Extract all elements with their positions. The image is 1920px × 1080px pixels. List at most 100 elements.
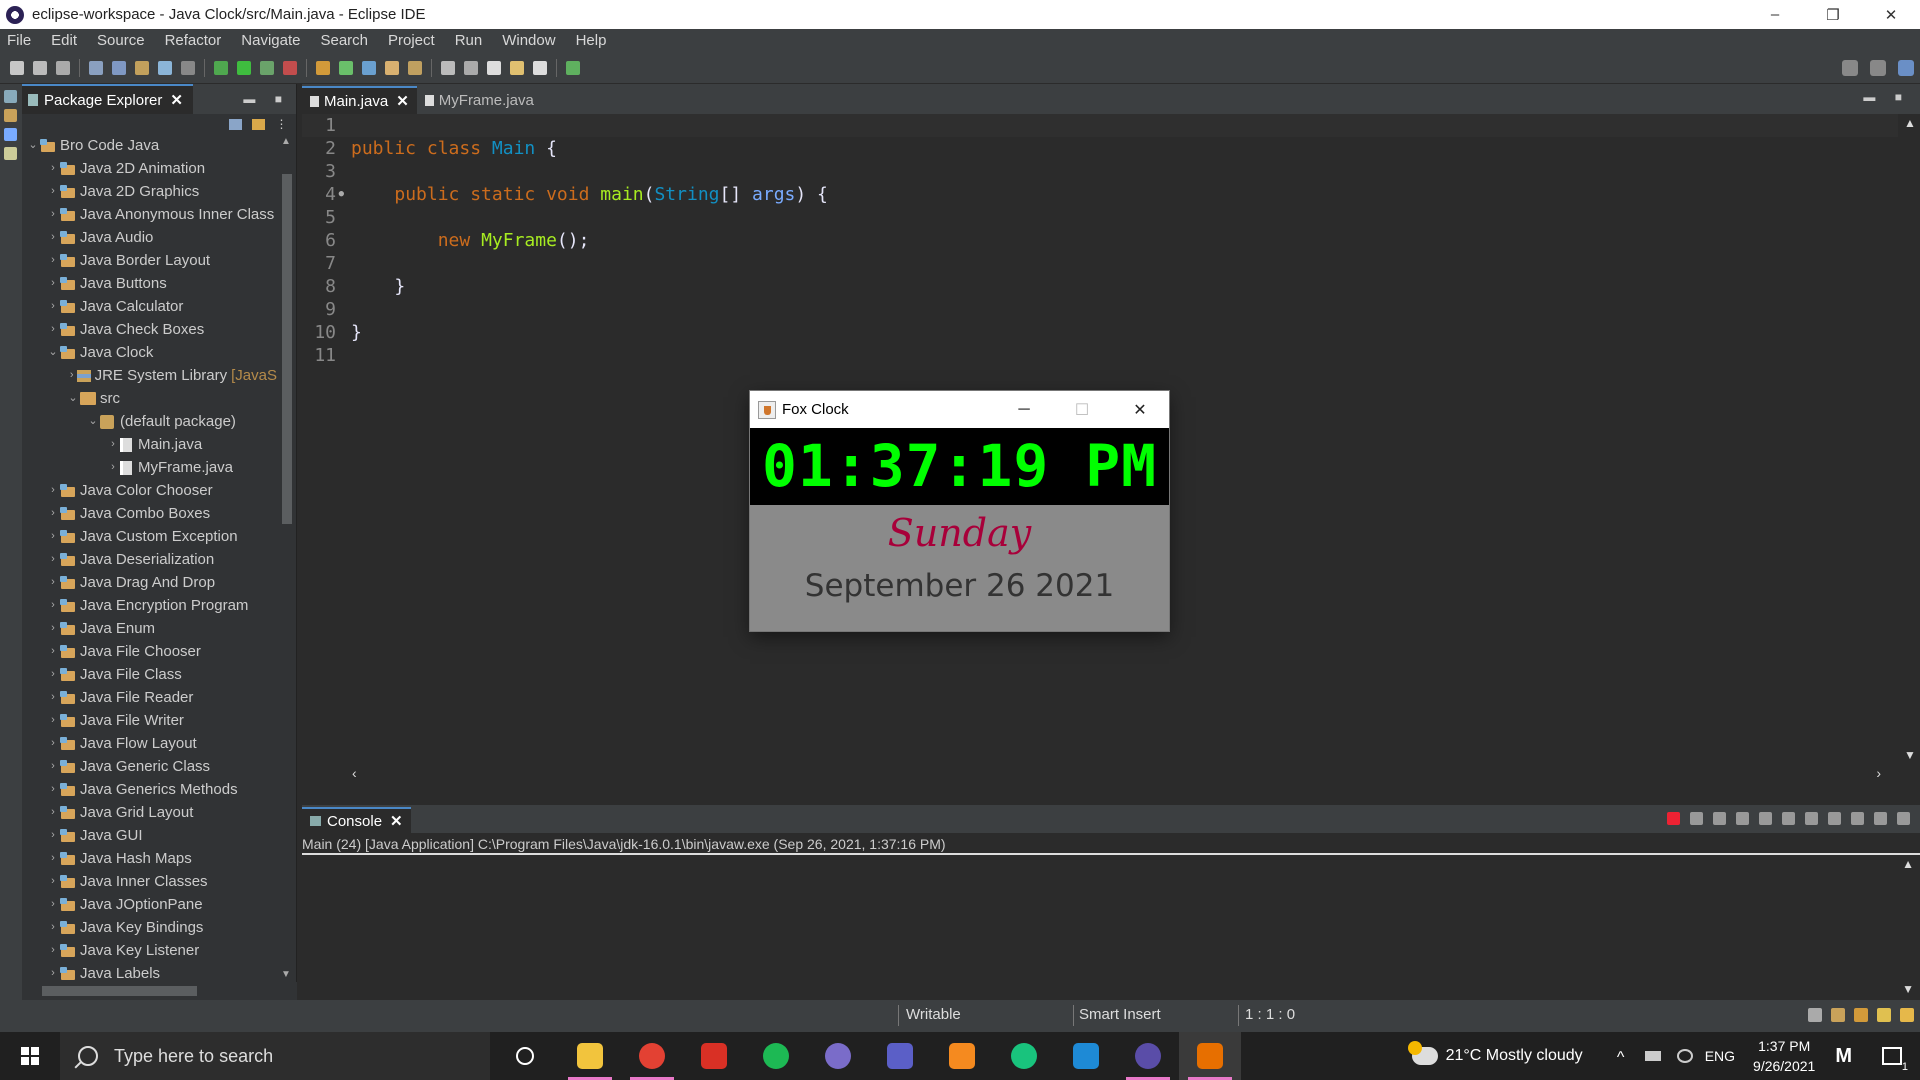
taskbar-clock[interactable]: 1:37 PM 9/26/2021 [1753, 1036, 1815, 1076]
skip-breakpoints-icon[interactable] [112, 60, 126, 75]
view-menu-icon[interactable]: ⋮ [275, 118, 288, 130]
chevron-right-icon[interactable]: › [46, 226, 60, 249]
chevron-right-icon[interactable]: › [46, 272, 60, 295]
chevron-right-icon[interactable]: › [66, 364, 77, 387]
tree-item[interactable]: › Java Audio [22, 226, 277, 249]
tree-item[interactable]: › Java Grid Layout [22, 801, 277, 824]
network-icon[interactable] [1676, 1049, 1693, 1063]
lightbulb-icon[interactable] [1900, 1008, 1914, 1022]
chevron-right-icon[interactable]: › [46, 479, 60, 502]
tree-item[interactable]: ⌄ src [22, 387, 277, 410]
menu-help[interactable]: Help [566, 32, 617, 49]
menu-file[interactable]: File [0, 32, 41, 49]
taskbar-app[interactable] [1055, 1032, 1117, 1080]
tab-main-java[interactable]: Main.java ✕ [302, 86, 417, 114]
progress-icon[interactable] [1808, 1008, 1822, 1022]
scroll-thumb[interactable] [42, 986, 197, 996]
taskbar-search-box[interactable]: Type here to search [60, 1032, 490, 1080]
open-type-icon[interactable] [385, 60, 399, 75]
scroll-lock-icon[interactable] [1759, 812, 1772, 825]
terminate-icon[interactable] [1667, 812, 1680, 825]
menu-search[interactable]: Search [310, 32, 378, 49]
fox-clock-titlebar[interactable]: Fox Clock ─ ☐ ✕ [750, 391, 1169, 428]
editor-vertical-scrollbar[interactable]: ▲ ▼ [1898, 114, 1920, 764]
close-tab-icon[interactable]: ✕ [390, 812, 403, 830]
chevron-right-icon[interactable]: › [46, 295, 60, 318]
chevron-right-icon[interactable]: › [46, 571, 60, 594]
restore-button[interactable]: ❐ [1804, 0, 1862, 29]
back-icon[interactable] [510, 60, 524, 75]
remove-all-terminated-icon[interactable] [1713, 812, 1726, 825]
tree-item[interactable]: › Java Hash Maps [22, 847, 277, 870]
marketplace-icon[interactable] [1877, 1008, 1891, 1022]
toggle-mark-icon[interactable] [135, 60, 149, 75]
tree-item[interactable]: › Java Calculator [22, 295, 277, 318]
taskbar-app[interactable] [807, 1032, 869, 1080]
tree-item[interactable]: › Java Anonymous Inner Class [22, 203, 277, 226]
chevron-right-icon[interactable]: › [46, 778, 60, 801]
external-tools-icon[interactable] [283, 60, 297, 75]
tree-item[interactable]: › JRE System Library [JavaS [22, 364, 277, 387]
chevron-right-icon[interactable]: › [46, 801, 60, 824]
menu-navigate[interactable]: Navigate [231, 32, 310, 49]
scroll-left-arrow-icon[interactable]: ‹ [352, 765, 357, 781]
tree-item[interactable]: › Java JOptionPane [22, 893, 277, 916]
scroll-thumb[interactable] [282, 174, 292, 524]
taskbar-app[interactable] [993, 1032, 1055, 1080]
forward-icon[interactable] [533, 60, 547, 75]
close-tab-icon[interactable]: ✕ [396, 92, 409, 110]
tree-item[interactable]: › Java Drag And Drop [22, 571, 277, 594]
chevron-right-icon[interactable]: › [46, 203, 60, 226]
menu-source[interactable]: Source [87, 32, 155, 49]
tree-item[interactable]: › Java Combo Boxes [22, 502, 277, 525]
status-insert-mode[interactable]: Smart Insert [1079, 1006, 1161, 1023]
chevron-up-icon[interactable]: ^ [1613, 1049, 1629, 1066]
tree-item[interactable]: › Main.java [22, 433, 277, 456]
tutorials-icon[interactable] [1854, 1008, 1868, 1022]
link-with-editor-icon[interactable] [252, 118, 265, 130]
code-line[interactable]: 10} [302, 321, 1898, 344]
search-tool-icon[interactable] [408, 60, 422, 75]
chevron-right-icon[interactable]: › [46, 709, 60, 732]
coverage-icon[interactable] [260, 60, 274, 75]
chevron-right-icon[interactable]: › [46, 640, 60, 663]
code-line[interactable]: 5 [302, 206, 1898, 229]
hierarchy-icon[interactable] [4, 109, 17, 122]
menu-project[interactable]: Project [378, 32, 445, 49]
tree-item[interactable]: › Java Deserialization [22, 548, 277, 571]
show-whitespace-icon[interactable] [181, 60, 195, 75]
taskbar-app[interactable] [869, 1032, 931, 1080]
fox-clock-close-button[interactable]: ✕ [1111, 391, 1169, 428]
tree-item[interactable]: › Java Key Listener [22, 939, 277, 962]
chevron-right-icon[interactable]: › [46, 847, 60, 870]
scroll-down-arrow-icon[interactable]: ▼ [281, 969, 291, 980]
scroll-up-arrow-icon[interactable]: ▲ [1902, 857, 1914, 871]
minimize-button[interactable]: – [1746, 0, 1804, 29]
clear-console-icon[interactable] [1736, 812, 1749, 825]
pin-console-icon[interactable] [1851, 812, 1864, 825]
chevron-right-icon[interactable]: › [106, 456, 120, 479]
fox-clock-minimize-button[interactable]: ─ [995, 391, 1053, 428]
chevron-right-icon[interactable]: › [46, 249, 60, 272]
view-min-max-controls[interactable]: ▬ ■ [243, 92, 290, 106]
tree-item[interactable]: › Java Generic Class [22, 755, 277, 778]
chevron-right-icon[interactable]: › [46, 893, 60, 916]
collapse-all-icon[interactable] [229, 118, 242, 130]
chevron-right-icon[interactable]: › [46, 824, 60, 847]
tree-item[interactable]: ⌄ Bro Code Java [22, 134, 277, 157]
tree-item[interactable]: › Java Key Bindings [22, 916, 277, 939]
menu-run[interactable]: Run [445, 32, 493, 49]
task-list-icon[interactable] [4, 128, 17, 141]
chevron-right-icon[interactable]: › [46, 525, 60, 548]
tree-item[interactable]: › Java Labels [22, 962, 277, 984]
menu-edit[interactable]: Edit [41, 32, 87, 49]
chevron-right-icon[interactable]: › [46, 318, 60, 341]
bookmarks-icon[interactable] [4, 147, 17, 160]
code-line[interactable]: 3 [302, 160, 1898, 183]
debug-icon[interactable] [214, 60, 228, 75]
taskbar-app[interactable] [745, 1032, 807, 1080]
tree-item[interactable]: › Java Buttons [22, 272, 277, 295]
terminal-icon[interactable] [89, 60, 103, 75]
tree-item[interactable]: › Java File Reader [22, 686, 277, 709]
code-line[interactable]: 2 public class Main { [302, 137, 1898, 160]
